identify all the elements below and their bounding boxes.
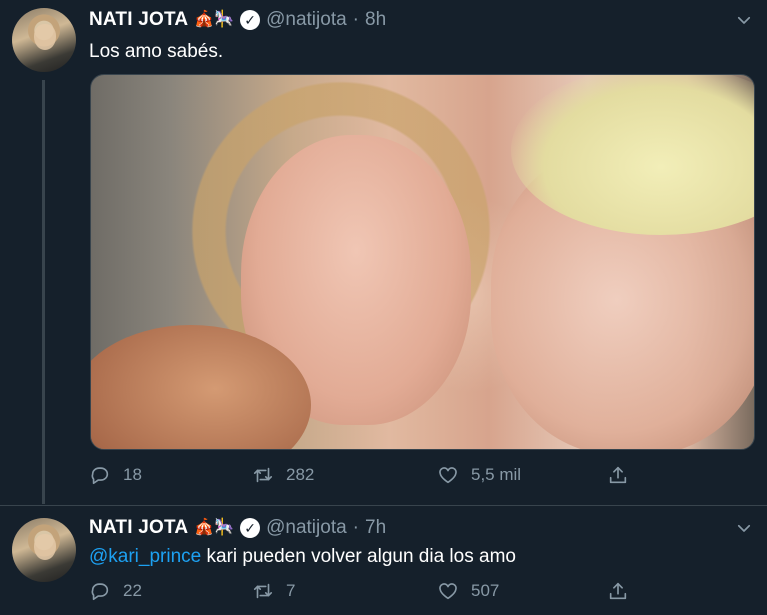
- heart-icon: [439, 583, 457, 600]
- reply-count: 22: [123, 581, 142, 600]
- share-button[interactable]: [607, 464, 629, 486]
- thread-connector-line: [42, 80, 45, 504]
- separator-dot: ·: [352, 9, 359, 30]
- name-emojis: 🎪🎠: [194, 519, 235, 536]
- share-button[interactable]: [607, 580, 629, 602]
- tweet-text: Los amo sabés.: [89, 41, 224, 62]
- tweet-photo[interactable]: [90, 74, 755, 450]
- share-icon: [609, 582, 627, 600]
- tweet-text: @kari_prince kari pueden volver algun di…: [89, 546, 516, 568]
- author-handle[interactable]: @natijota: [266, 517, 347, 539]
- retweet-icon: [253, 583, 273, 599]
- retweet-button[interactable]: 282: [252, 464, 437, 486]
- author-name[interactable]: NATI JOTA: [89, 517, 188, 539]
- heart-icon: [439, 467, 457, 484]
- timestamp[interactable]: 7h: [365, 517, 386, 539]
- tweet[interactable]: NATI JOTA 🎪🎠 ✓ @natijota · 8h Los amo sa…: [0, 0, 767, 505]
- chevron-down-icon[interactable]: [735, 519, 753, 537]
- mention-link[interactable]: @kari_prince: [89, 546, 201, 567]
- tweet-header: NATI JOTA 🎪🎠 ✓ @natijota · 7h: [89, 517, 386, 539]
- reply-count: 18: [123, 465, 142, 484]
- retweet-count: 282: [286, 465, 315, 484]
- reply-icon: [91, 467, 109, 485]
- reply-button[interactable]: 22: [89, 580, 252, 602]
- retweet-icon: [253, 467, 273, 483]
- author-handle[interactable]: @natijota: [266, 9, 347, 31]
- tweet-text-body: kari pueden volver algun dia los amo: [201, 546, 516, 567]
- separator-dot: ·: [352, 517, 359, 538]
- avatar[interactable]: [12, 8, 76, 72]
- tweet-header: NATI JOTA 🎪🎠 ✓ @natijota · 8h: [89, 9, 386, 31]
- reply-icon: [91, 583, 109, 601]
- verified-badge-icon: ✓: [240, 518, 261, 538]
- verified-badge-icon: ✓: [240, 10, 261, 30]
- share-icon: [609, 466, 627, 484]
- tweet-actions: 18 282 5,5 mil: [89, 464, 629, 486]
- like-count: 507: [471, 581, 500, 600]
- retweet-button[interactable]: 7: [252, 580, 437, 602]
- tweet[interactable]: NATI JOTA 🎪🎠 ✓ @natijota · 7h @kari_prin…: [0, 505, 767, 615]
- like-count: 5,5 mil: [471, 465, 522, 484]
- timestamp[interactable]: 8h: [365, 9, 386, 31]
- tweet-actions: 22 7 507: [89, 580, 629, 602]
- reply-button[interactable]: 18: [89, 464, 252, 486]
- retweet-count: 7: [286, 581, 296, 600]
- like-button[interactable]: 5,5 mil: [437, 464, 607, 486]
- author-name[interactable]: NATI JOTA: [89, 9, 188, 31]
- avatar[interactable]: [12, 518, 76, 582]
- name-emojis: 🎪🎠: [194, 11, 235, 28]
- like-button[interactable]: 507: [437, 580, 607, 602]
- chevron-down-icon[interactable]: [735, 11, 753, 29]
